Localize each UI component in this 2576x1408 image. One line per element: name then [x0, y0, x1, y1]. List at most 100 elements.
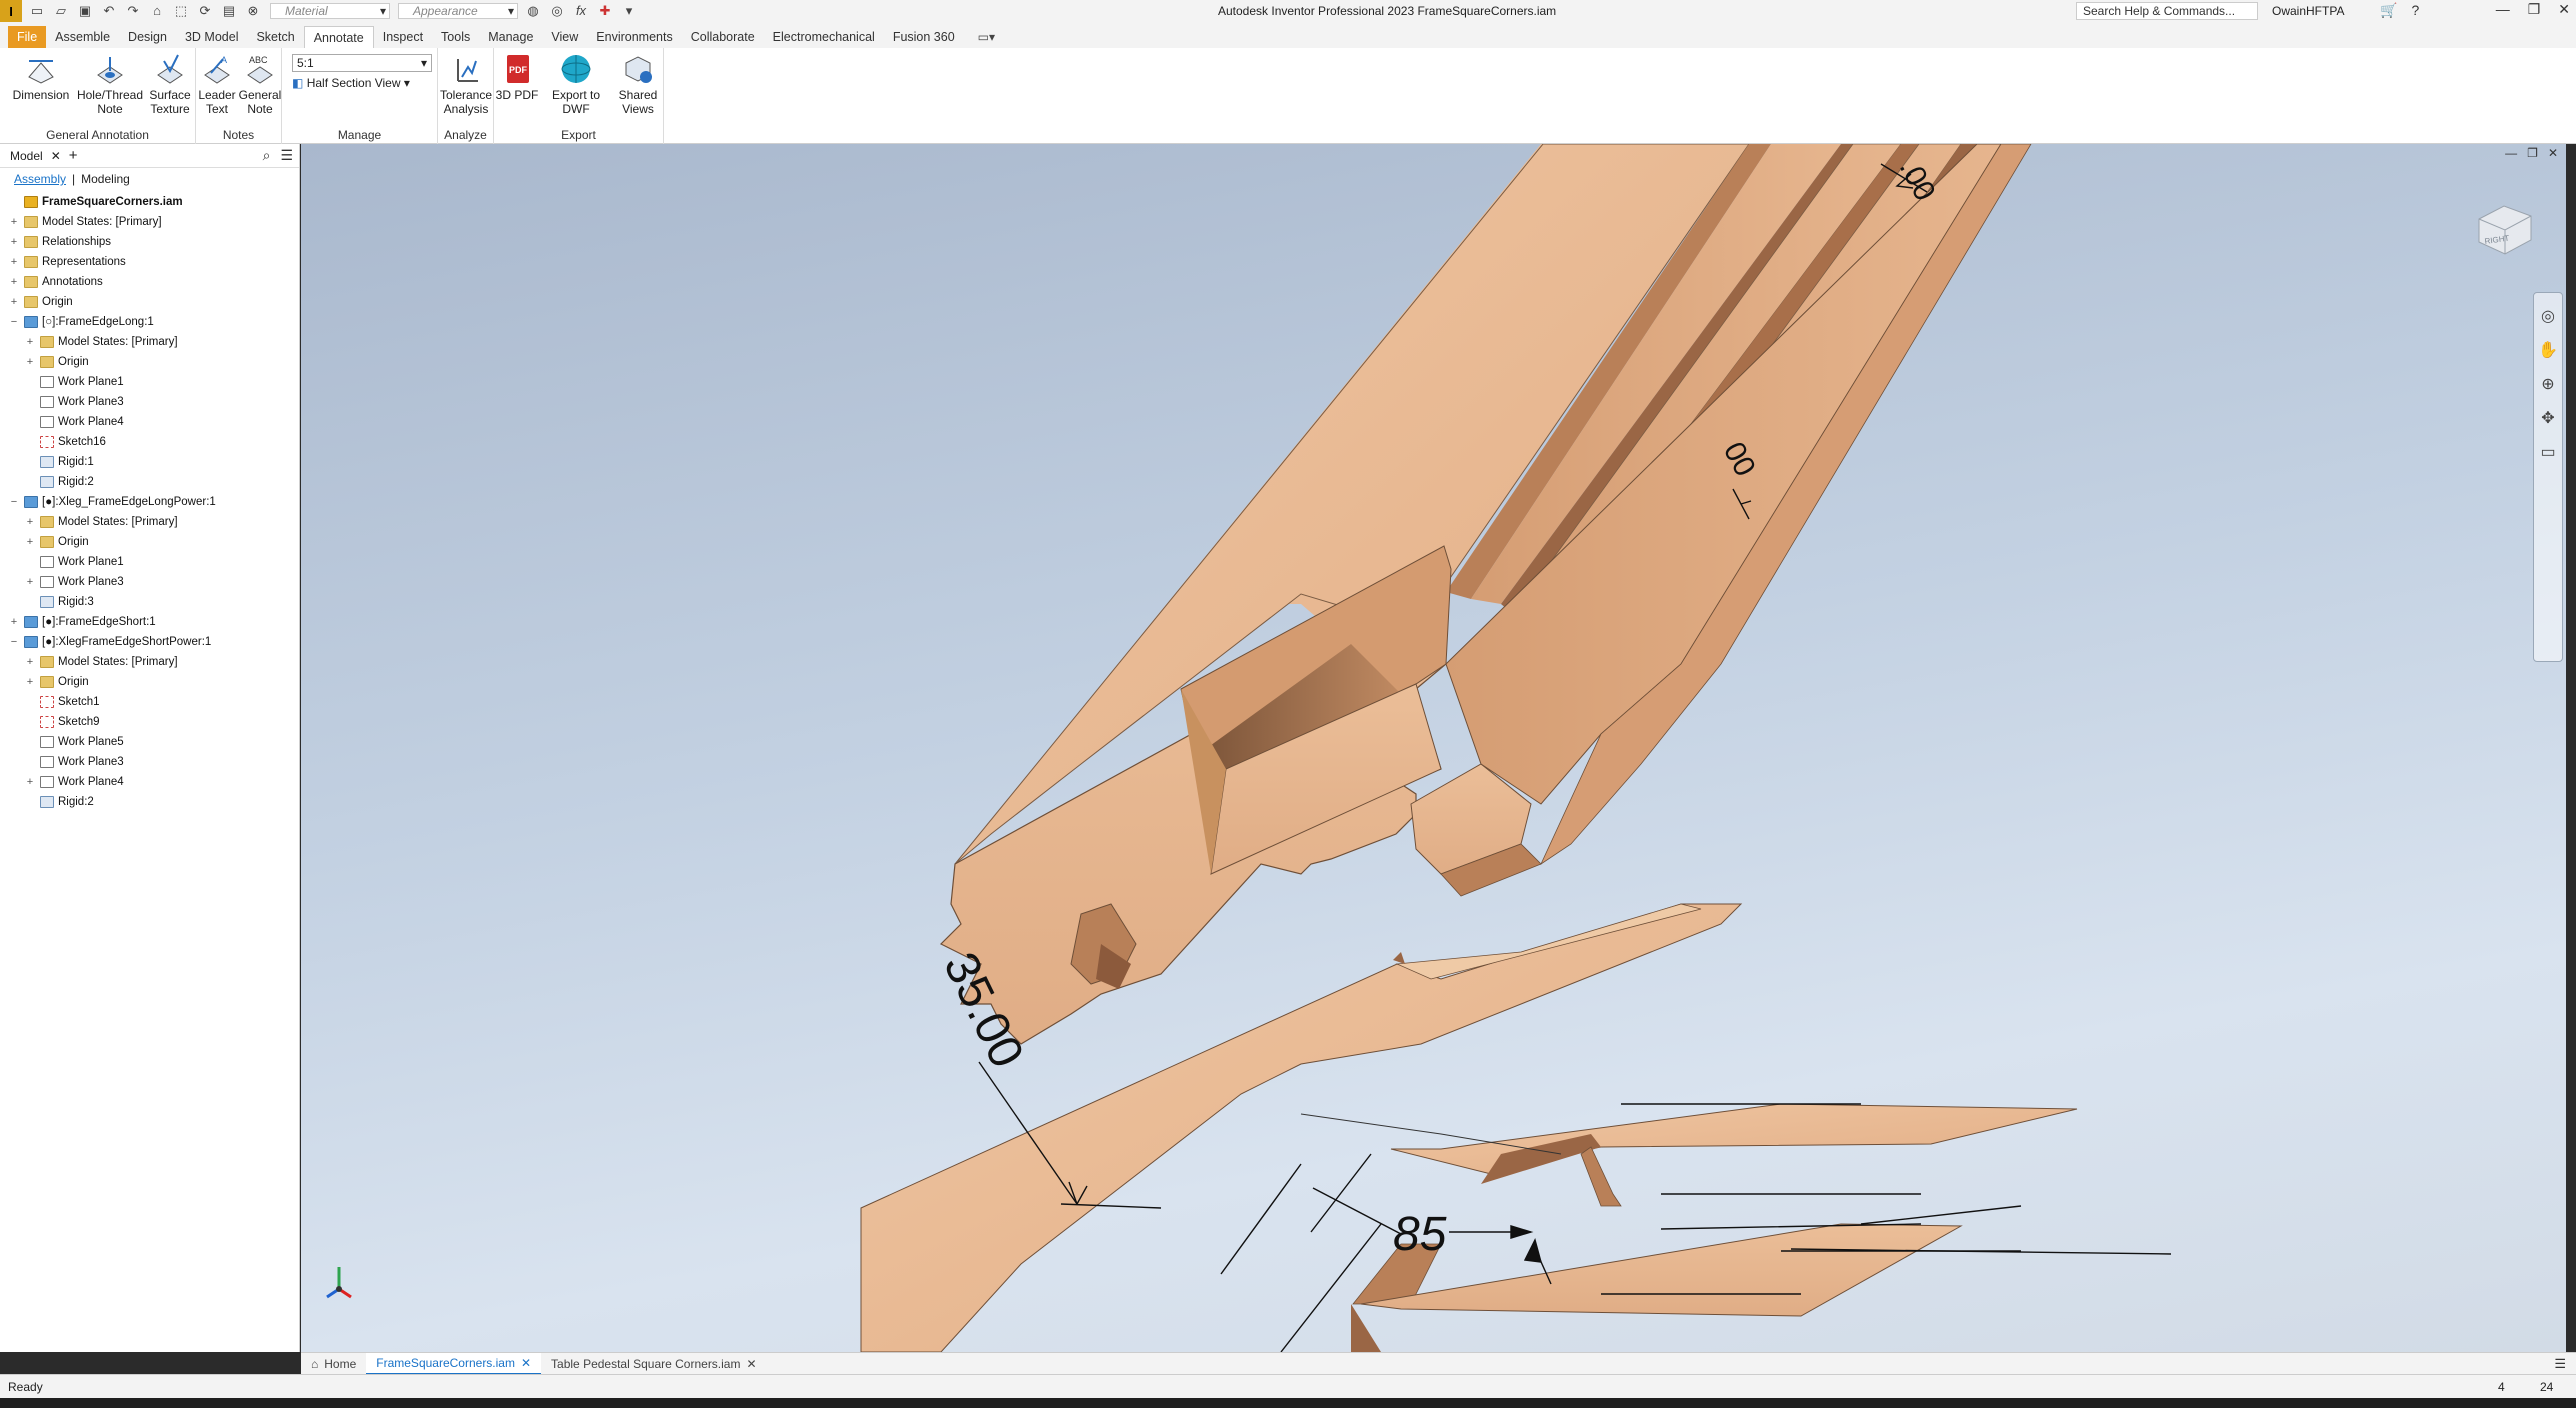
close-tab-icon[interactable]: ✕ — [521, 1352, 531, 1374]
subtab-modeling[interactable]: Modeling — [81, 172, 130, 186]
select-icon[interactable]: ⬚ — [172, 3, 190, 19]
tab-collaborate[interactable]: Collaborate — [682, 26, 764, 48]
add-icon[interactable]: ✚ — [596, 3, 614, 19]
tab-tools[interactable]: Tools — [432, 26, 479, 48]
pan-icon[interactable]: ✋ — [2538, 341, 2558, 361]
tab-assemble[interactable]: Assemble — [46, 26, 119, 48]
tree-node[interactable]: + Origin — [0, 532, 299, 552]
viewport-close-icon[interactable]: ✕ — [2548, 146, 2558, 160]
cart-icon[interactable]: 🛒 — [2380, 2, 2397, 19]
tab-file[interactable]: File — [8, 26, 47, 48]
close-tab-icon[interactable]: ✕ — [746, 1353, 756, 1375]
material-select[interactable]: Material — [270, 3, 390, 19]
close-icon[interactable]: ✕ — [2558, 1, 2570, 18]
viewport-minimize-icon[interactable]: — — [2505, 146, 2517, 160]
tab-inspect[interactable]: Inspect — [374, 26, 432, 48]
clear-icon[interactable]: ⊗ — [244, 3, 262, 19]
dimension-button[interactable]: Dimension — [10, 52, 72, 102]
expand-toggle-icon[interactable]: + — [24, 772, 36, 792]
tree-node[interactable]: Rigid:3 — [0, 592, 299, 612]
3d-pdf-button[interactable]: PDF 3D PDF — [494, 52, 540, 102]
tree-node[interactable]: + Model States: [Primary] — [0, 212, 299, 232]
tree-node[interactable]: + Work Plane4 — [0, 772, 299, 792]
expand-toggle-icon[interactable]: + — [24, 572, 36, 592]
expand-toggle-icon[interactable]: − — [8, 492, 20, 512]
shared-views-button[interactable]: Shared Views — [614, 52, 662, 116]
tree-node[interactable]: Rigid:1 — [0, 452, 299, 472]
tab-frame-square-corners[interactable]: FrameSquareCorners.iam ✕ — [366, 1352, 542, 1375]
tree-node[interactable]: + Relationships — [0, 232, 299, 252]
look-at-icon[interactable]: ▭ — [2538, 443, 2558, 463]
search-help-input[interactable]: Search Help & Commands... — [2076, 2, 2258, 20]
user-account[interactable]: OwainHFTPA — [2272, 4, 2344, 18]
tolerance-analysis-button[interactable]: Tolerance Analysis — [438, 52, 494, 116]
tab-annotate[interactable]: Annotate — [303, 26, 374, 48]
expand-toggle-icon[interactable]: + — [8, 612, 20, 632]
tree-node[interactable]: Work Plane5 — [0, 732, 299, 752]
tree-node[interactable]: Work Plane3 — [0, 392, 299, 412]
tab-model[interactable]: Model — [10, 149, 43, 163]
tree-node[interactable]: Sketch16 — [0, 432, 299, 452]
steering-wheel-icon[interactable]: ◎ — [2538, 307, 2558, 327]
expand-toggle-icon[interactable]: + — [24, 352, 36, 372]
expand-toggle-icon[interactable]: + — [24, 672, 36, 692]
expand-toggle-icon[interactable]: + — [8, 292, 20, 312]
subtab-assembly[interactable]: Assembly — [14, 172, 66, 186]
appearance-select[interactable]: Appearance — [398, 3, 518, 19]
tab-design[interactable]: Design — [119, 26, 176, 48]
expand-toggle-icon[interactable]: + — [8, 272, 20, 292]
tab-fusion-360[interactable]: Fusion 360 — [884, 26, 964, 48]
orbit-icon[interactable]: ✥ — [2538, 409, 2558, 429]
expand-toggle-icon[interactable]: + — [8, 252, 20, 272]
tree-node[interactable]: + Origin — [0, 352, 299, 372]
tree-node[interactable]: Work Plane1 — [0, 372, 299, 392]
frame-edge-long-part[interactable] — [921, 144, 2032, 1045]
restore-icon[interactable]: ❐ — [2528, 1, 2541, 18]
redo-icon[interactable]: ↷ — [124, 3, 142, 19]
open-folder-icon[interactable]: ▱ — [52, 3, 70, 19]
adjust-appearance-icon[interactable]: ◍ — [524, 3, 542, 19]
tab-environments[interactable]: Environments — [587, 26, 681, 48]
general-note-button[interactable]: ABC General Note — [238, 52, 282, 116]
expand-toggle-icon[interactable]: − — [8, 312, 20, 332]
new-file-icon[interactable]: ▭ — [28, 3, 46, 19]
tab-sketch[interactable]: Sketch — [247, 26, 303, 48]
tree-node[interactable]: + Model States: [Primary] — [0, 332, 299, 352]
tree-node[interactable]: + Origin — [0, 672, 299, 692]
close-model-tab-icon[interactable]: ✕ — [51, 149, 61, 163]
ribbon-options-icon[interactable]: ▭▾ — [978, 26, 995, 48]
tree-node[interactable]: Work Plane4 — [0, 412, 299, 432]
graphics-viewport[interactable]: 35.00 85 .00 00 — ❐ ✕ RIGHT ◎ ✋ ⊕ ✥ ▭ — [301, 144, 2566, 1352]
hole-thread-note-button[interactable]: Hole/Thread Note — [74, 52, 146, 116]
viewcube[interactable]: RIGHT — [2469, 194, 2539, 264]
tree-node[interactable]: + [●]:FrameEdgeShort:1 — [0, 612, 299, 632]
hamburger-menu-icon[interactable]: ☰ — [280, 147, 293, 164]
inventor-logo-icon[interactable]: I — [0, 0, 22, 22]
tab-manage[interactable]: Manage — [479, 26, 542, 48]
tab-3d-model[interactable]: 3D Model — [176, 26, 248, 48]
viewport-restore-icon[interactable]: ❐ — [2527, 146, 2538, 160]
tree-node[interactable]: − [●]:XlegFrameEdgeShortPower:1 — [0, 632, 299, 652]
expand-toggle-icon[interactable]: + — [24, 652, 36, 672]
minimize-icon[interactable]: — — [2496, 1, 2510, 18]
undo-icon[interactable]: ↶ — [100, 3, 118, 19]
tab-home[interactable]: ⌂ Home — [301, 1353, 366, 1375]
expand-toggle-icon[interactable]: + — [8, 232, 20, 252]
tab-table-pedestal[interactable]: Table Pedestal Square Corners.iam ✕ — [541, 1353, 767, 1375]
surface-texture-button[interactable]: Surface Texture — [144, 52, 196, 116]
save-icon[interactable]: ▣ — [76, 3, 94, 19]
add-browser-tab-icon[interactable]: + — [69, 147, 78, 164]
tree-node[interactable]: Rigid:2 — [0, 472, 299, 492]
tree-node[interactable]: FrameSquareCorners.iam — [0, 192, 299, 212]
expand-toggle-icon[interactable]: − — [8, 632, 20, 652]
customize-icon[interactable]: ▾ — [620, 3, 638, 19]
tree-node[interactable]: + Origin — [0, 292, 299, 312]
tree-node[interactable]: Work Plane3 — [0, 752, 299, 772]
scale-select[interactable]: 5:1 — [292, 54, 432, 72]
tab-view[interactable]: View — [542, 26, 587, 48]
tree-node[interactable]: + Work Plane3 — [0, 572, 299, 592]
update-icon[interactable]: ⟳ — [196, 3, 214, 19]
expand-toggle-icon[interactable]: + — [24, 512, 36, 532]
properties-icon[interactable]: ▤ — [220, 3, 238, 19]
tree-node[interactable]: + Annotations — [0, 272, 299, 292]
